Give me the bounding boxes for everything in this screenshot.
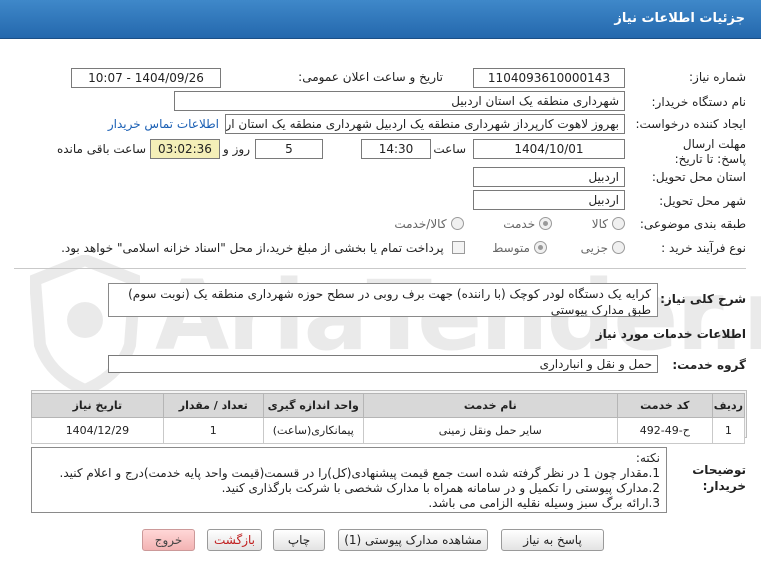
need-number-label: شماره نیاز: bbox=[689, 70, 746, 84]
announce-label: تاریخ و ساعت اعلان عمومی: bbox=[298, 70, 443, 84]
cell-name: سایر حمل ونقل زمینی bbox=[362, 417, 618, 444]
watermark: AriaTender.net bbox=[30, 250, 761, 400]
purchase-option-minor: جزیی bbox=[580, 240, 608, 255]
category-option-goods-service: کالا/خدمت bbox=[394, 216, 447, 231]
notes-line: 3.ارائه برگ سبز وسیله نقلیه الزامی می با… bbox=[428, 496, 660, 510]
back-button[interactable]: بازگشت bbox=[207, 529, 262, 551]
page-title: جزئیات اطلاعات نیاز bbox=[614, 11, 745, 26]
remaining-time-field: 03:02:36 bbox=[150, 139, 220, 159]
city-field: اردبیل bbox=[473, 190, 625, 210]
category-label: طبقه بندی موضوعی: bbox=[639, 217, 746, 231]
reply-button[interactable]: پاسخ به نیاز bbox=[501, 529, 604, 551]
category-option-goods: کالا bbox=[591, 216, 608, 231]
services-table: ردیف کد خدمت نام خدمت واحد اندازه گیری ت… bbox=[31, 393, 746, 444]
col-date: تاریخ نیاز bbox=[31, 393, 164, 418]
buyer-org-field: شهرداری منطقه یک استان اردبیل bbox=[174, 91, 625, 111]
shield-logo-icon bbox=[30, 255, 140, 395]
cell-qty: 1 bbox=[162, 417, 264, 444]
deadline-time-field: 14:30 bbox=[361, 139, 431, 159]
buyer-org-label: نام دستگاه خریدار: bbox=[651, 95, 747, 109]
buyer-notes-label: توضیحات خریدار: bbox=[692, 463, 746, 493]
category-radio-service[interactable] bbox=[539, 217, 553, 230]
treasury-payment-checkbox[interactable] bbox=[451, 241, 465, 254]
col-index: ردیف bbox=[711, 393, 746, 418]
col-code: کد خدمت bbox=[616, 393, 713, 418]
need-number-field: 1104093610000143 bbox=[473, 68, 625, 88]
category-option-service: خدمت bbox=[503, 216, 536, 231]
notes-line: 2.مدارک پیوستی را تکمیل و در سامانه همرا… bbox=[221, 481, 660, 495]
description-label: شرح کلی نیاز: bbox=[660, 292, 746, 306]
city-label: شهر محل تحویل: bbox=[659, 194, 746, 208]
creator-label: ایجاد کننده درخواست: bbox=[635, 117, 746, 131]
buyer-contact-link[interactable]: اطلاعات تماس خریدار bbox=[108, 117, 219, 131]
cell-unit: پیمانکاری(ساعت) bbox=[262, 417, 364, 444]
notes-line: 1.مقدار چون 1 در نظر گرفته شده است جمع ق… bbox=[59, 466, 660, 480]
print-button[interactable]: چاپ bbox=[273, 529, 325, 551]
province-field: اردبیل bbox=[473, 167, 625, 187]
deadline-label: مهلت ارسال پاسخ: تا تاریخ: bbox=[674, 137, 746, 166]
attachments-button[interactable]: مشاهده مدارک پیوستی (1) bbox=[338, 529, 488, 551]
days-field: 5 bbox=[255, 139, 323, 159]
col-qty: تعداد / مقدار bbox=[162, 393, 264, 418]
page-header: جزئیات اطلاعات نیاز bbox=[0, 0, 761, 39]
service-group-label: گروه خدمت: bbox=[672, 358, 746, 372]
cell-index: 1 bbox=[711, 417, 746, 444]
announce-date-field: 1404/09/26 - 10:07 bbox=[71, 68, 221, 88]
treasury-payment-note: پرداخت تمام یا بخشی از مبلغ خرید،از محل … bbox=[61, 240, 444, 255]
deadline-date-field: 1404/10/01 bbox=[473, 139, 625, 159]
purchase-option-medium: متوسط bbox=[492, 240, 530, 255]
purchase-type-radio-group: جزیی متوسط پرداخت تمام یا بخشی از مبلغ خ… bbox=[61, 240, 625, 255]
description-textarea: کرایه یک دستگاه لودر کوچک (با راننده) جه… bbox=[108, 283, 658, 317]
category-radio-goods-service[interactable] bbox=[450, 217, 464, 230]
col-unit: واحد اندازه گیری bbox=[262, 393, 364, 418]
exit-button[interactable]: خروج bbox=[142, 529, 195, 551]
purchase-type-label: نوع فرآیند خرید : bbox=[661, 241, 746, 255]
days-label: روز و bbox=[223, 142, 250, 156]
category-radio-goods[interactable] bbox=[612, 217, 625, 230]
creator-field: بهروز لاهوت کارپرداز شهرداری منطقه یک ار… bbox=[225, 114, 625, 134]
remaining-label: ساعت باقی مانده bbox=[56, 142, 146, 156]
buyer-notes-textarea: نکته: 1.مقدار چون 1 در نظر گرفته شده است… bbox=[31, 447, 667, 513]
service-group-field: حمل و نقل و انبارداری bbox=[108, 355, 658, 373]
notes-line: نکته: bbox=[635, 451, 660, 465]
time-label: ساعت bbox=[433, 142, 466, 156]
services-section-title: اطلاعات خدمات مورد نیاز bbox=[595, 327, 746, 341]
purchase-radio-medium[interactable] bbox=[533, 241, 547, 254]
purchase-radio-minor[interactable] bbox=[612, 241, 625, 254]
section-divider bbox=[14, 268, 746, 269]
table-row: 1 ح-49-492 سایر حمل ونقل زمینی پیمانکاری… bbox=[31, 417, 746, 444]
category-radio-group: کالا خدمت کالا/خدمت bbox=[390, 216, 625, 231]
cell-code: ح-49-492 bbox=[616, 417, 713, 444]
province-label: استان محل تحویل: bbox=[651, 170, 746, 184]
col-name: نام خدمت bbox=[362, 393, 618, 418]
cell-date: 1404/12/29 bbox=[31, 417, 164, 444]
